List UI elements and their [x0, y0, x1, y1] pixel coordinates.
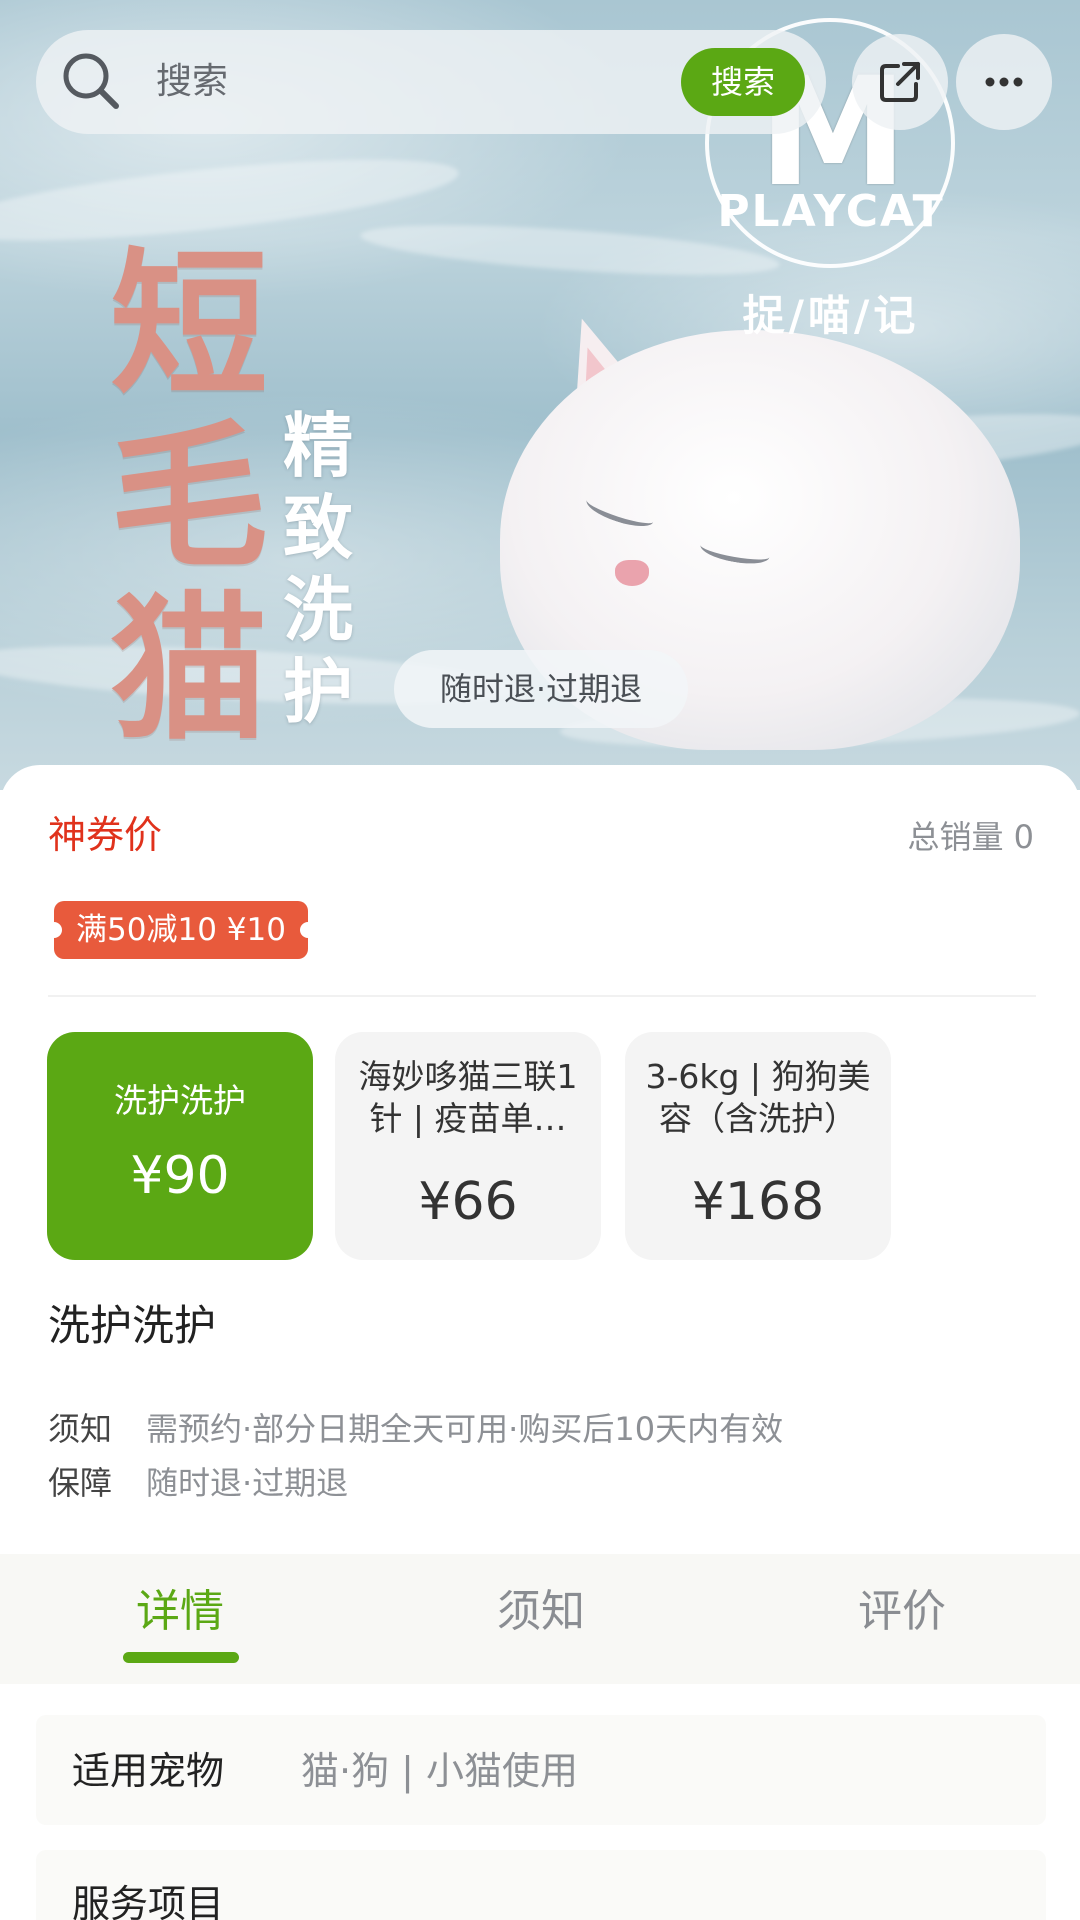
guarantee-label: 保障 [48, 1464, 113, 1502]
poster-title: 短 毛 猫 [110, 240, 280, 756]
sku-price: ¥90 [130, 1146, 230, 1206]
search-button[interactable]: 搜索 [681, 48, 805, 116]
refund-policy-pill: 随时退·过期退 [394, 650, 688, 728]
poster-subtitle: 精 致 洗 护 [283, 405, 373, 733]
share-button[interactable] [852, 34, 948, 130]
tab-notice[interactable]: 须知 [441, 1584, 641, 1640]
brand-logo-word: PLAYCAT [717, 186, 945, 237]
search-input[interactable]: 搜索 [156, 60, 228, 104]
notice-value: 需预约·部分日期全天可用·购买后10天内有效 [146, 1410, 784, 1448]
tab-bar: 详情 须知 评价 [0, 1554, 1080, 1684]
tab-details[interactable]: 详情 [80, 1584, 280, 1640]
hero-banner[interactable]: 短 毛 猫 精 致 洗 护 M PLAYCAT 捉/喵/记 随时退·过期退 搜索… [0, 0, 1080, 790]
guarantee-value: 随时退·过期退 [146, 1464, 349, 1502]
tab-reviews[interactable]: 评价 [802, 1584, 1002, 1640]
more-icon [985, 77, 1023, 87]
poster-title-char: 毛 [110, 406, 268, 590]
product-info-card: 神券价 总销量 0 满50减10 ¥10 洗护洗护 ¥90 海妙哆猫三联1针 |… [0, 765, 1080, 1920]
applicable-pets-value: 猫·狗 | 小猫使用 [301, 1749, 579, 1793]
more-button[interactable] [956, 34, 1052, 130]
sku-name: 3-6kg | 狗狗美容（含洗护） [645, 1057, 871, 1138]
total-sales: 总销量 0 [907, 818, 1034, 856]
service-items-block: 服务项目 [36, 1850, 1046, 1920]
sku-price: ¥168 [691, 1172, 825, 1232]
guarantee-row[interactable]: 保障 随时退·过期退 [48, 1461, 348, 1505]
brand-logo-chinese: 捉/喵/记 [742, 291, 920, 340]
sku-option-selected[interactable]: 洗护洗护 ¥90 [47, 1032, 313, 1260]
sku-name: 洗护洗护 [114, 1081, 246, 1120]
applicable-pets-label: 适用宠物 [72, 1749, 225, 1793]
poster-title-char: 短 [110, 234, 268, 418]
sku-name: 海妙哆猫三联1针 | 疫苗单… [358, 1057, 578, 1138]
applicable-pets-block: 适用宠物 猫·狗 | 小猫使用 [36, 1715, 1046, 1825]
poster-subtitle-char: 致 [283, 487, 353, 569]
service-items-label: 服务项目 [72, 1882, 225, 1920]
notice-label: 须知 [48, 1410, 113, 1448]
search-icon[interactable] [60, 50, 122, 112]
product-page: 短 毛 猫 精 致 洗 护 M PLAYCAT 捉/喵/记 随时退·过期退 搜索… [0, 0, 1080, 1920]
sku-option[interactable]: 3-6kg | 狗狗美容（含洗护） ¥168 [625, 1032, 891, 1260]
active-tab-indicator [123, 1652, 239, 1663]
sku-price: ¥66 [418, 1172, 518, 1232]
product-title: 洗护洗护 [48, 1301, 217, 1350]
coupon-badge[interactable]: 满50减10 ¥10 [46, 901, 316, 959]
poster-title-char: 猫 [110, 578, 268, 762]
divider [48, 995, 1036, 997]
poster-subtitle-char: 护 [283, 651, 353, 733]
notice-row[interactable]: 须知 需预约·部分日期全天可用·购买后10天内有效 [48, 1407, 783, 1451]
share-icon [880, 62, 920, 102]
poster-subtitle-char: 精 [283, 405, 353, 487]
poster-subtitle-char: 洗 [283, 569, 353, 651]
cat-nose [615, 560, 649, 586]
deal-price-label: 神券价 [48, 813, 163, 857]
sku-option[interactable]: 海妙哆猫三联1针 | 疫苗单… ¥66 [335, 1032, 601, 1260]
